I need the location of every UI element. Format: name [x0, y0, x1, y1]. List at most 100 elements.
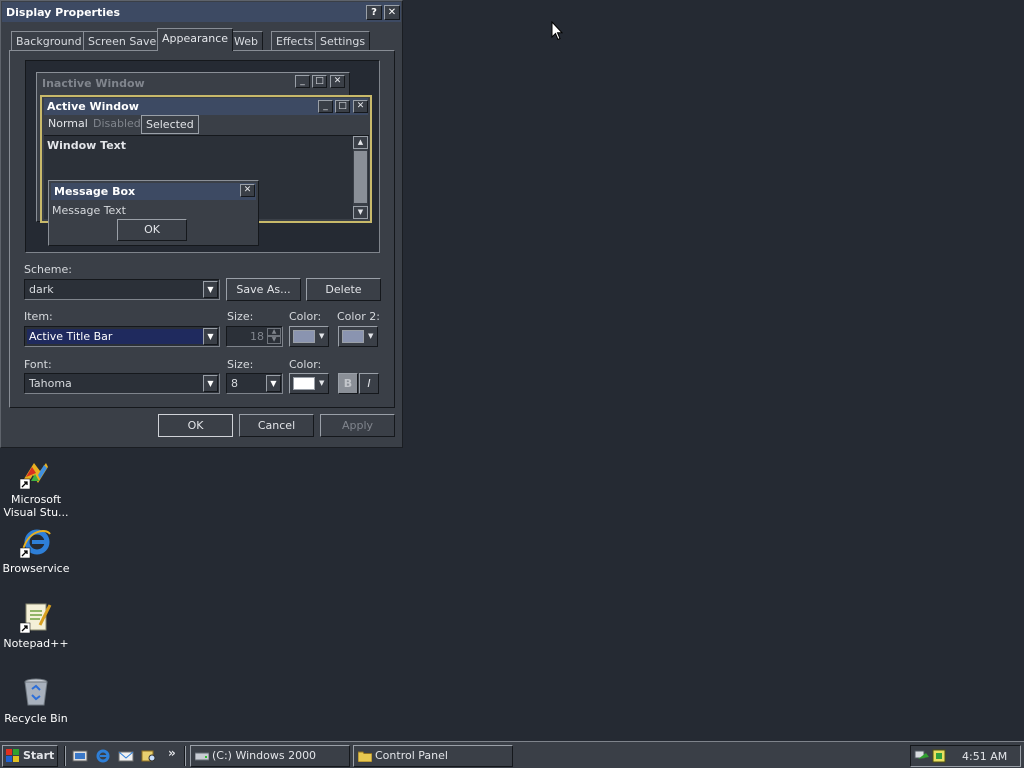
- drive-icon: [195, 752, 209, 761]
- taskbar-task-windows-2000[interactable]: (C:) Windows 2000: [190, 745, 350, 767]
- overflow-chevron-icon[interactable]: »: [168, 746, 176, 760]
- menu-item-normal: Normal: [48, 117, 88, 130]
- chevron-down-icon[interactable]: ▼: [203, 328, 218, 345]
- ok-button[interactable]: OK: [158, 414, 233, 437]
- visual-studio-icon: [20, 463, 48, 489]
- delete-button[interactable]: Delete: [306, 278, 381, 301]
- show-desktop-icon[interactable]: [72, 748, 88, 764]
- tray-app-icon[interactable]: [932, 749, 946, 763]
- item-select[interactable]: Active Title Bar ▼: [24, 326, 220, 347]
- font-size-label: Size:: [227, 358, 254, 371]
- tab-effects[interactable]: Effects: [271, 31, 319, 50]
- tab-appearance[interactable]: Appearance: [157, 28, 234, 51]
- chevron-down-icon[interactable]: ▼: [266, 375, 281, 392]
- scroll-down-icon: ▼: [353, 206, 368, 219]
- scroll-thumb: [354, 151, 367, 203]
- quick-launch-divider: [64, 746, 66, 766]
- appearance-preview[interactable]: Inactive Window _ □ ✕ Active Window _ □ …: [25, 60, 380, 253]
- italic-toggle[interactable]: I: [359, 373, 379, 394]
- recycle-bin-icon: [24, 678, 48, 706]
- desktop-icon-visual-studio[interactable]: Microsoft Visual Stu...: [0, 457, 72, 519]
- scheme-select[interactable]: dark ▼: [24, 279, 220, 300]
- close-icon: ✕: [330, 75, 345, 88]
- tab-background[interactable]: Background: [11, 31, 87, 50]
- font-select[interactable]: Tahoma ▼: [24, 373, 220, 394]
- message-text: Message Text: [52, 204, 126, 217]
- font-value: Tahoma: [29, 377, 72, 390]
- help-button[interactable]: ?: [366, 5, 382, 20]
- item-size-input[interactable]: 18 ▲ ▼: [226, 326, 283, 347]
- windows-logo-icon: [6, 749, 19, 762]
- item-color2-button[interactable]: ▼: [338, 326, 378, 347]
- close-icon: ✕: [240, 184, 255, 197]
- color-swatch: [293, 377, 315, 390]
- item-size-label: Size:: [227, 310, 254, 323]
- bold-toggle[interactable]: B: [338, 373, 358, 394]
- color-swatch: [342, 330, 364, 343]
- outlook-express-icon[interactable]: [118, 748, 134, 764]
- desktop-icon-label: Notepad++: [3, 637, 69, 650]
- tab-settings[interactable]: Settings: [315, 31, 371, 50]
- maximize-icon: □: [312, 75, 327, 88]
- inactive-window-title: Inactive Window: [42, 77, 145, 90]
- window-title: Display Properties: [6, 6, 121, 19]
- minimize-icon: _: [295, 75, 310, 88]
- clock[interactable]: 4:51 AM: [962, 750, 1007, 763]
- close-icon: ✕: [353, 100, 368, 113]
- scheme-label: Scheme:: [24, 263, 72, 276]
- scheme-value: dark: [29, 283, 54, 296]
- save-as-button[interactable]: Save As...: [226, 278, 301, 301]
- start-label: Start: [23, 749, 55, 762]
- spin-down-icon[interactable]: ▼: [267, 336, 281, 344]
- message-box-title: Message Box: [54, 185, 136, 198]
- minimize-icon: _: [318, 100, 333, 113]
- font-size-value: 8: [231, 377, 238, 390]
- font-color-button[interactable]: ▼: [289, 373, 329, 394]
- search-icon[interactable]: [141, 748, 157, 764]
- desktop-icon-notepad-plus-plus[interactable]: Notepad++: [0, 601, 72, 650]
- desktop-icon-label: Browservice: [2, 562, 70, 575]
- internet-explorer-icon[interactable]: [95, 748, 111, 764]
- window-text: Window Text: [47, 139, 127, 152]
- notepad-plus-plus-icon: [20, 603, 52, 633]
- mouse-cursor-icon: [551, 21, 563, 41]
- close-button[interactable]: ✕: [384, 5, 400, 20]
- chevron-down-icon: ▼: [319, 332, 325, 340]
- tab-web[interactable]: Web: [229, 31, 263, 50]
- task-label: Control Panel: [375, 749, 448, 762]
- tab-screen-saver[interactable]: Screen Saver: [83, 31, 166, 50]
- scroll-up-icon: ▲: [353, 136, 368, 149]
- desktop-icon-label: Microsoft Visual Stu...: [3, 493, 69, 519]
- font-color-label: Color:: [289, 358, 322, 371]
- item-color-label: Color:: [289, 310, 322, 323]
- desktop-icon-recycle-bin[interactable]: Recycle Bin: [0, 676, 72, 725]
- task-label: (C:) Windows 2000: [212, 749, 317, 762]
- spin-up-icon[interactable]: ▲: [267, 328, 281, 336]
- folder-icon: [358, 751, 372, 762]
- preview-message-box: Message Box ✕ Message Text OK: [48, 180, 259, 246]
- taskbar: Start » (C:) Windows 2000 Control Panel …: [0, 741, 1024, 768]
- cancel-button[interactable]: Cancel: [239, 414, 314, 437]
- taskbar-task-control-panel[interactable]: Control Panel: [353, 745, 513, 767]
- font-size-select[interactable]: 8 ▼: [226, 373, 283, 394]
- taskbar-divider: [184, 746, 186, 766]
- start-button[interactable]: Start: [2, 745, 58, 767]
- chevron-down-icon[interactable]: ▼: [203, 375, 218, 392]
- chevron-down-icon[interactable]: ▼: [203, 281, 218, 298]
- desktop-icon-browservice[interactable]: Browservice: [0, 526, 72, 575]
- apply-button[interactable]: Apply: [320, 414, 395, 437]
- internet-explorer-icon: [20, 529, 51, 558]
- item-color-button[interactable]: ▼: [289, 326, 329, 347]
- chevron-down-icon: ▼: [368, 332, 374, 340]
- active-window-title: Active Window: [47, 100, 139, 113]
- color-swatch: [293, 330, 315, 343]
- item-size-value: 18: [250, 330, 264, 343]
- maximize-icon: □: [335, 100, 350, 113]
- menu-item-selected: Selected: [141, 115, 199, 134]
- window-title-bar[interactable]: Display Properties ? ✕: [2, 2, 401, 22]
- desktop-icon-label: Recycle Bin: [4, 712, 68, 725]
- item-label: Item:: [24, 310, 53, 323]
- item-value: Active Title Bar: [29, 330, 113, 343]
- network-icon[interactable]: [914, 749, 930, 763]
- preview-ok-button: OK: [117, 219, 187, 241]
